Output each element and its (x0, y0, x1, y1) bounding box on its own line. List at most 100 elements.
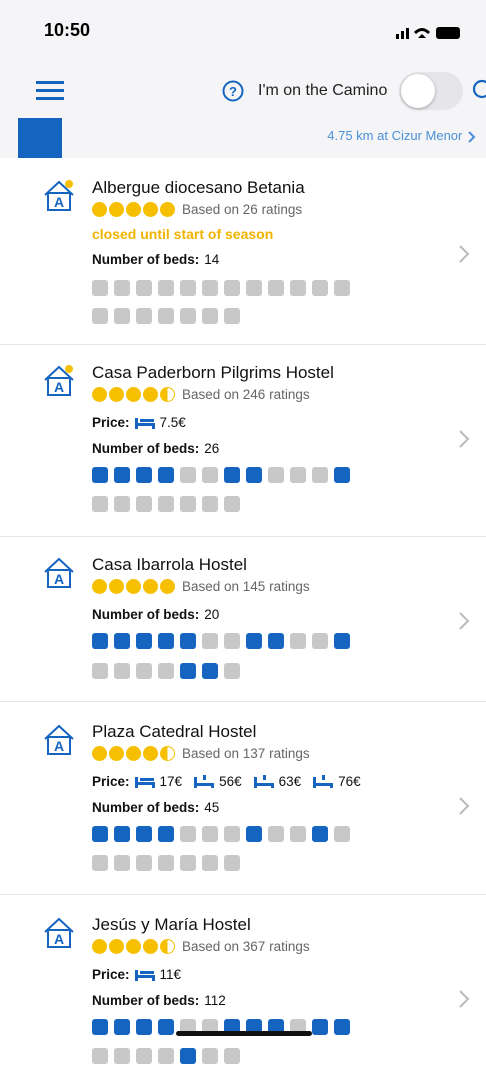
lamp-icon (180, 280, 196, 296)
coffee-icon (224, 467, 240, 483)
svg-text:A: A (54, 194, 64, 210)
dryer-icon (114, 280, 130, 296)
radiator-icon (158, 826, 174, 842)
bicycle-icon (334, 280, 350, 296)
hostel-card[interactable]: A Jesús y María Hostel Based on 367 rati… (0, 895, 486, 1075)
rating-text: Based on 137 ratings (182, 746, 310, 761)
svg-text:A: A (54, 379, 64, 395)
help-icon[interactable]: ? (222, 80, 244, 102)
bicycle-icon (334, 467, 350, 483)
rating-dot (126, 939, 141, 954)
washer-icon (92, 280, 108, 296)
radiator-icon (158, 633, 174, 649)
bunk-bed-icon (253, 775, 274, 788)
linen-icon (180, 855, 196, 871)
pool-icon (224, 308, 240, 324)
rating-dot (109, 746, 124, 761)
linen-icon (180, 496, 196, 512)
hostel-card[interactable]: A Casa Ibarrola Hostel Based on 145 rati… (0, 537, 486, 702)
menu-icon[interactable] (36, 80, 64, 102)
wifi-icon (246, 280, 262, 296)
wheelchair-icon (312, 826, 328, 842)
washer-icon (92, 1019, 108, 1035)
washer-icon (92, 633, 108, 649)
rating-dot (92, 746, 107, 761)
amenity-row (92, 467, 350, 483)
home-indicator[interactable] (176, 1031, 312, 1036)
rating-dot (92, 579, 107, 594)
towel-icon (202, 855, 218, 871)
pet-icon (114, 308, 130, 324)
price-item: 56€ (194, 774, 242, 789)
lamp-icon (180, 633, 196, 649)
wifi-status-icon (414, 28, 430, 38)
toggle-knob (401, 74, 435, 108)
rating-dot (92, 202, 107, 217)
price-value: 76€ (338, 774, 361, 789)
locker-icon (268, 826, 284, 842)
rating-text: Based on 246 ratings (182, 387, 310, 402)
rating: Based on 137 ratings (92, 746, 310, 761)
rating-text: Based on 26 ratings (182, 202, 303, 217)
coffee-icon (224, 633, 240, 649)
hostel-card[interactable]: A Plaza Catedral Hostel Based on 137 rat… (0, 702, 486, 895)
hostel-card[interactable]: A Casa Paderborn Pilgrims Hostel Based o… (0, 345, 486, 537)
tent-icon (136, 308, 152, 324)
hostel-name: Casa Ibarrola Hostel (92, 555, 247, 574)
hostel-logo-icon: A (44, 365, 74, 396)
laundry-icon (136, 826, 152, 842)
beds-label: Number of beds: (92, 607, 200, 622)
rating-dot (160, 202, 175, 217)
washer-icon (92, 826, 108, 842)
rating-dot (143, 746, 158, 761)
bed-icon (134, 777, 155, 788)
hostel-logo-icon: A (44, 917, 74, 948)
amenity-row (92, 280, 350, 296)
yoga-icon (158, 308, 174, 324)
beds-label: Number of beds: (92, 441, 200, 456)
rating-dot (126, 202, 141, 217)
dryer-icon (114, 1019, 130, 1035)
rating-dot (126, 387, 141, 402)
hostel-card[interactable]: A Albergue diocesano Betania Based on 26… (0, 158, 486, 345)
bed-icon (134, 418, 155, 429)
rating-dot (160, 579, 175, 594)
amenity-row-2 (92, 1048, 240, 1064)
battery-icon (436, 27, 460, 39)
beds-row: Number of beds: 26 (92, 441, 219, 456)
linen-icon (180, 663, 196, 679)
hostel-name: Jesús y María Hostel (92, 915, 251, 934)
price-label: Price: (92, 415, 130, 430)
beds-value: 26 (204, 441, 220, 456)
location-text[interactable]: 4.75 km at Cizur Menor (327, 128, 476, 143)
chevron-right-icon (468, 130, 476, 143)
price-value: 17€ (159, 774, 183, 789)
pool-icon (224, 1048, 240, 1064)
vending-icon (290, 826, 306, 842)
bed-icon (134, 970, 155, 981)
rating-dot (160, 746, 175, 761)
svg-text:A: A (54, 931, 64, 947)
vending-icon (290, 633, 306, 649)
amenity-row (92, 826, 350, 842)
radiator-icon (158, 467, 174, 483)
price-item: 7.5€ (134, 415, 186, 430)
radiator-icon (158, 1019, 174, 1035)
towel-icon (202, 663, 218, 679)
search-icon[interactable] (470, 79, 486, 103)
amenity-row (92, 633, 350, 649)
pool-icon (224, 855, 240, 871)
beds-label: Number of beds: (92, 993, 200, 1008)
pool-icon (224, 663, 240, 679)
price-label: Price: (92, 967, 130, 982)
locker-icon (268, 280, 284, 296)
amenity-row-2 (92, 855, 240, 871)
tent-icon (136, 496, 152, 512)
dryer-icon (114, 633, 130, 649)
rating-dot (143, 202, 158, 217)
beds-value: 45 (204, 800, 220, 815)
locker-icon (268, 467, 284, 483)
amenity-row-2 (92, 496, 240, 512)
lamp-icon (180, 826, 196, 842)
camino-toggle[interactable] (399, 72, 463, 110)
